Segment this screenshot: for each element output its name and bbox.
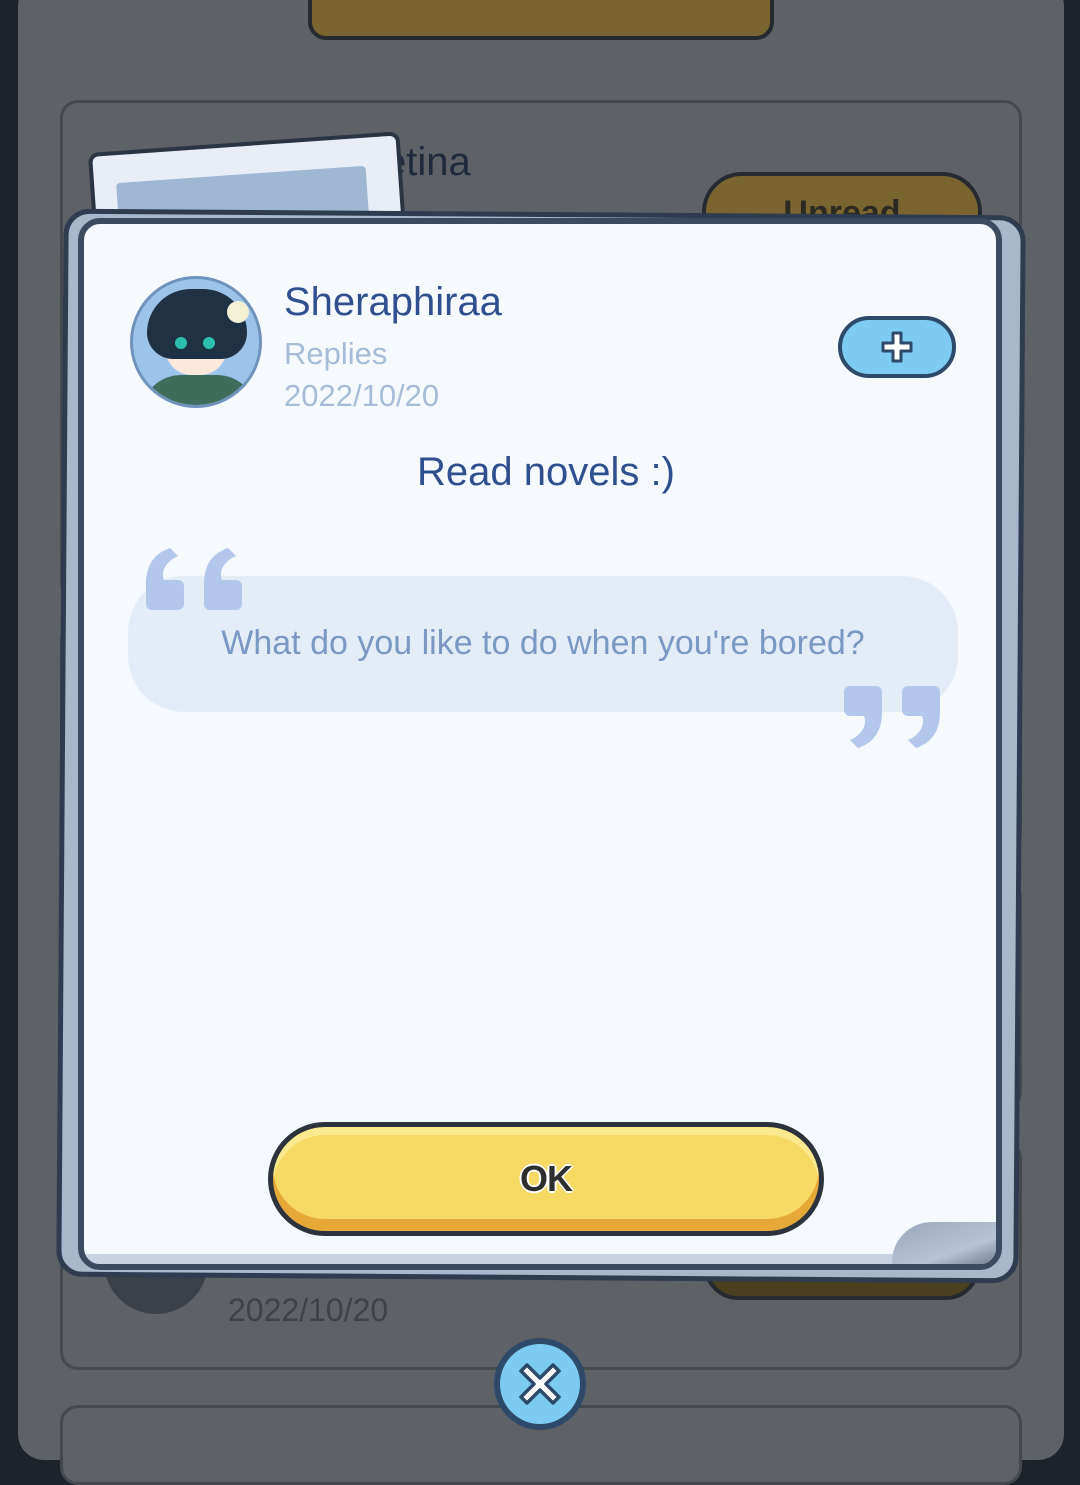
reply-modal: Sheraphiraa Replies 2022/10/20 Read nove… bbox=[78, 218, 1002, 1270]
open-quote-icon bbox=[146, 548, 242, 610]
modal-bottom-edge bbox=[84, 1254, 996, 1264]
ok-button-label: OK bbox=[520, 1158, 573, 1199]
background-card-date: 2022/10/20 bbox=[228, 1292, 389, 1328]
close-button[interactable] bbox=[494, 1338, 586, 1430]
ok-button[interactable]: OK bbox=[268, 1122, 824, 1236]
reply-message: Read novels :) bbox=[417, 450, 675, 494]
reply-type-label: Replies bbox=[284, 336, 388, 371]
close-icon bbox=[519, 1363, 561, 1405]
plus-icon bbox=[881, 331, 913, 363]
page-curl-decoration bbox=[892, 1222, 996, 1264]
user-name: Sheraphiraa bbox=[284, 280, 502, 324]
reply-date: 2022/10/20 bbox=[284, 378, 440, 413]
close-quote-icon bbox=[844, 686, 940, 748]
add-friend-button[interactable] bbox=[838, 316, 956, 378]
question-text: What do you like to do when you're bored… bbox=[221, 624, 865, 662]
background-top-tab bbox=[308, 0, 774, 40]
avatar bbox=[130, 276, 262, 408]
